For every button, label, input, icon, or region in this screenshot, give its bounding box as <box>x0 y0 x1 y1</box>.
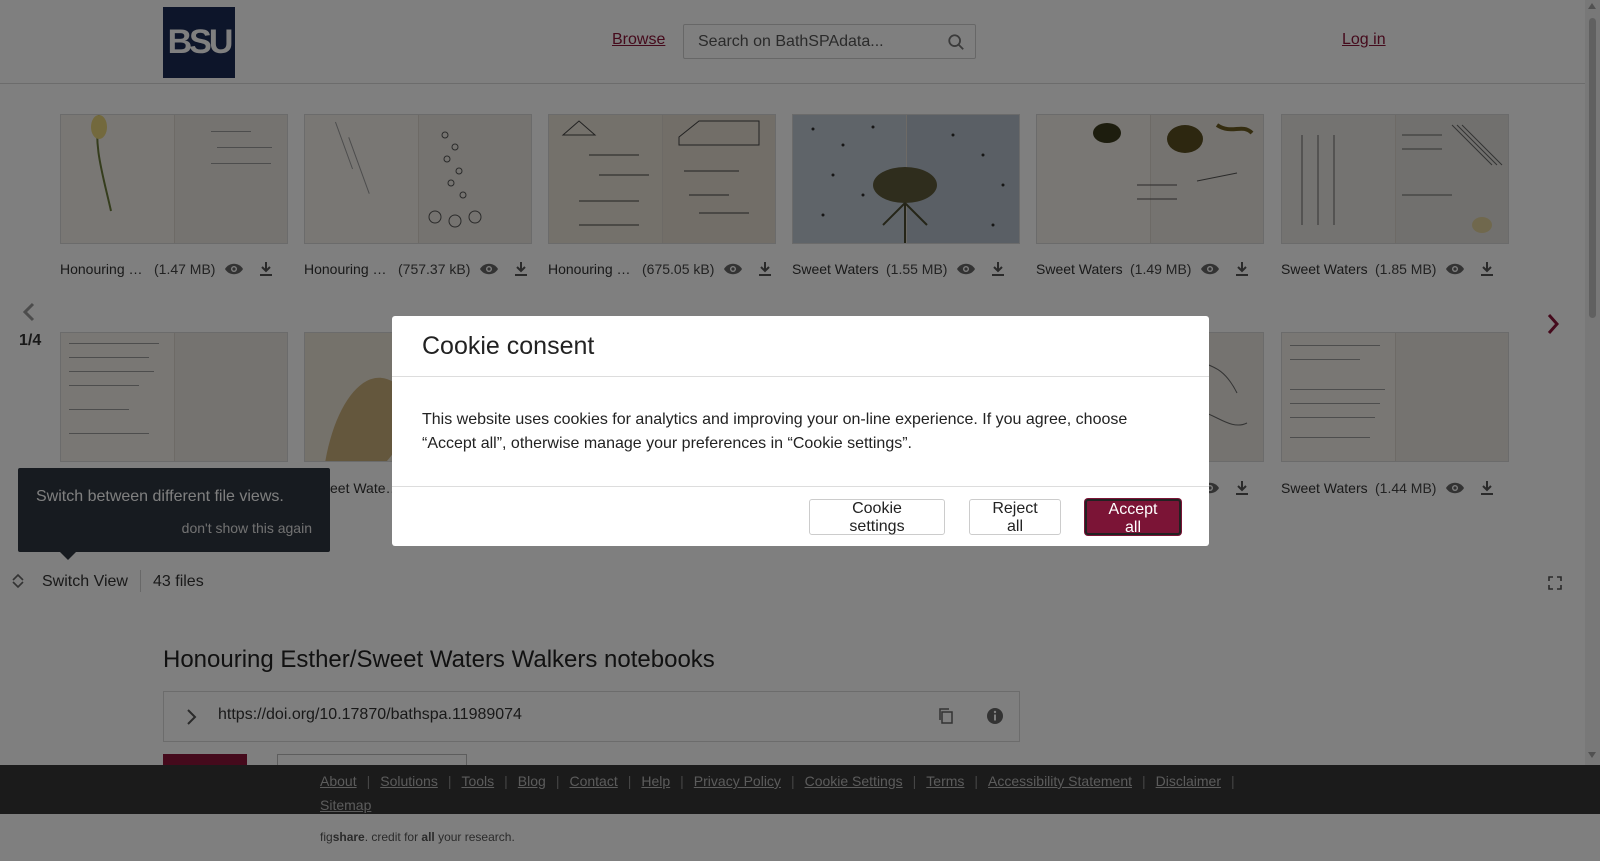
reject-all-button[interactable]: Reject all <box>969 499 1061 535</box>
cookie-settings-button[interactable]: Cookie settings <box>809 499 945 535</box>
dialog-body: This website uses cookies for analytics … <box>422 411 1128 452</box>
dialog-divider <box>392 376 1209 377</box>
accept-all-button[interactable]: Accept all <box>1085 499 1181 536</box>
dialog-divider <box>392 486 1209 487</box>
cookie-consent-dialog: Cookie consent This website uses cookies… <box>392 316 1209 546</box>
dialog-title: Cookie consent <box>422 332 595 360</box>
